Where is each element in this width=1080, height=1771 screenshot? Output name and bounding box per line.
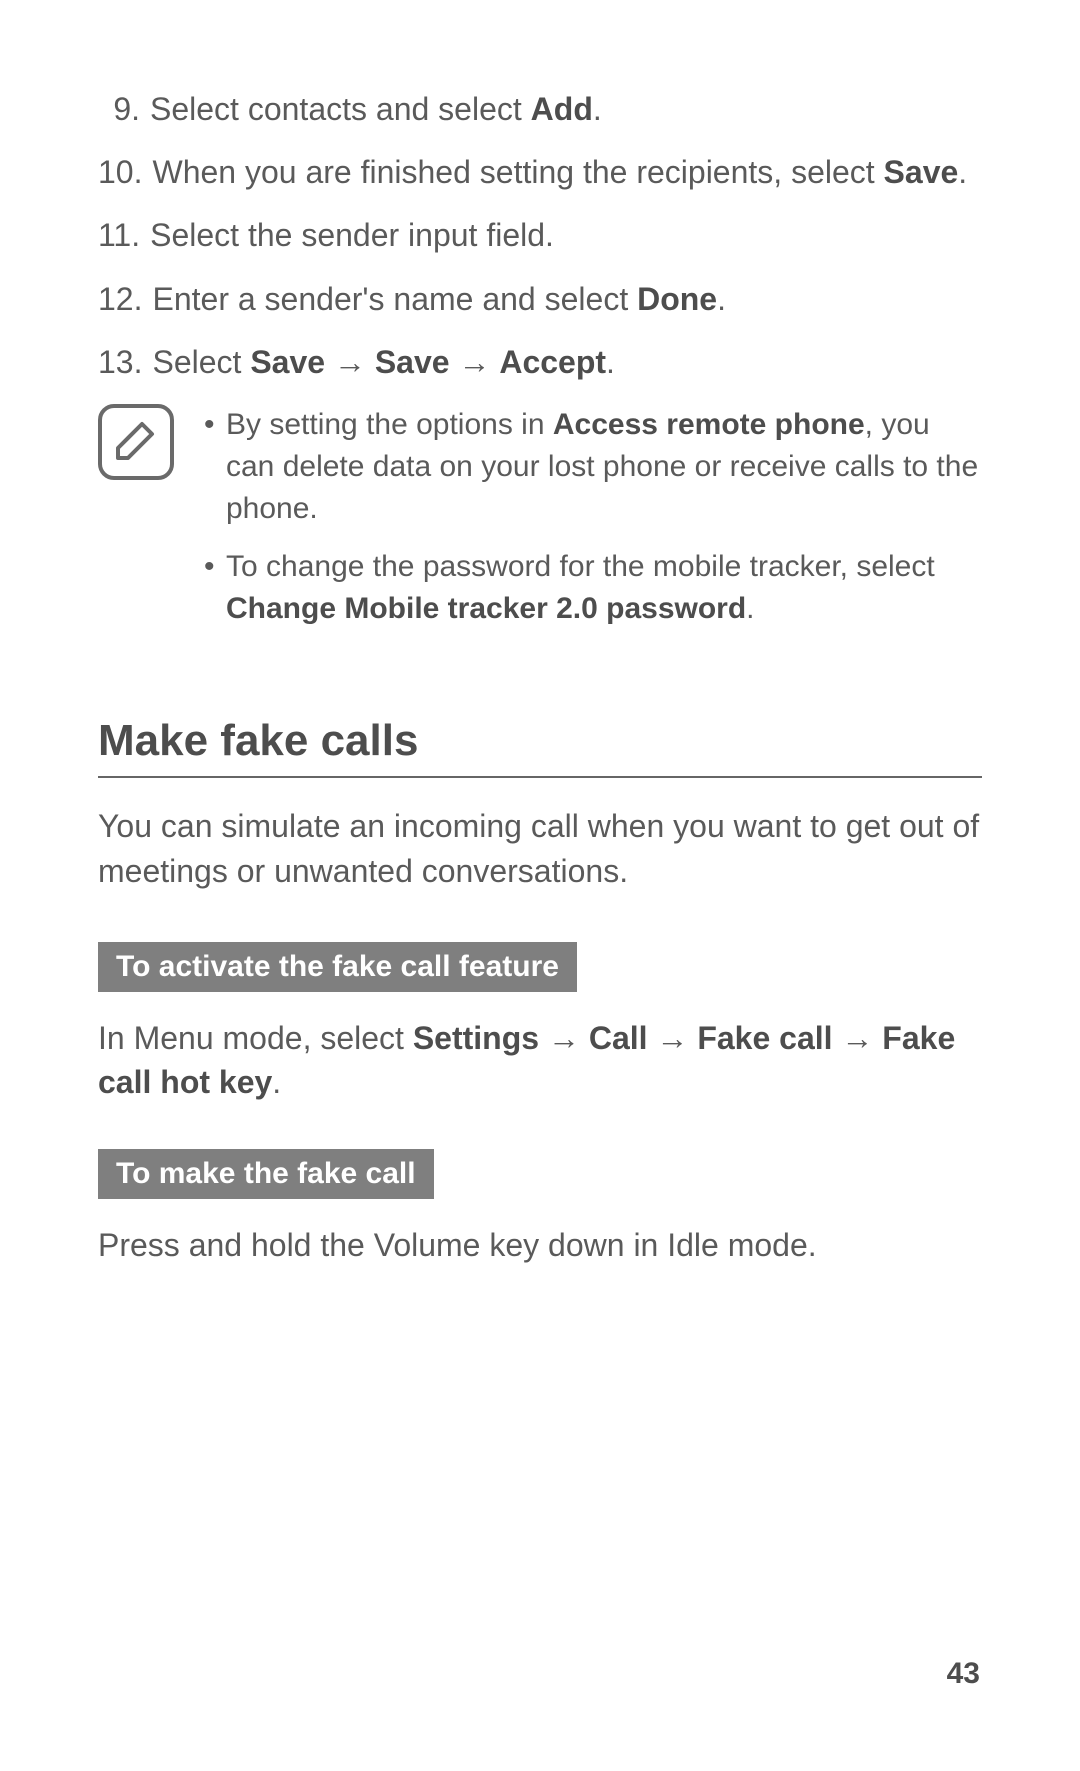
note-bullet: • By setting the options in Access remot… (202, 404, 982, 530)
bold-text: Add (531, 91, 593, 127)
step-item: 12. Enter a sender's name and select Don… (98, 278, 982, 321)
text: . (593, 91, 602, 127)
bold-text: Call (589, 1020, 648, 1056)
bold-text: Settings (413, 1020, 539, 1056)
text: Enter a sender's name and select (152, 281, 637, 317)
subsection-text: Press and hold the Volume key down in Id… (98, 1223, 982, 1268)
arrow: → (833, 1020, 883, 1056)
text: Select contacts and select (150, 91, 531, 127)
arrow: → (648, 1020, 698, 1056)
bold-text: Done (637, 281, 717, 317)
step-number: 13. (98, 341, 152, 384)
section-intro: You can simulate an incoming call when y… (98, 804, 982, 894)
step-item: 11. Select the sender input field. (98, 214, 982, 257)
page-number: 43 (947, 1657, 980, 1691)
arrow: → (539, 1020, 589, 1056)
bold-text: Save (884, 154, 959, 190)
note-list: • By setting the options in Access remot… (202, 404, 982, 646)
bullet-body: By setting the options in Access remote … (226, 404, 982, 530)
subsection-make: To make the fake call Press and hold the… (98, 1149, 982, 1268)
step-item: 9. Select contacts and select Add. (98, 88, 982, 131)
bold-text: Save (250, 344, 325, 380)
step-body: Select the sender input field. (150, 214, 982, 257)
step-number: 11. (98, 214, 150, 257)
step-body: Enter a sender's name and select Done. (152, 278, 982, 321)
text: By setting the options in (226, 408, 553, 441)
step-item: 10. When you are finished setting the re… (98, 151, 982, 194)
bold-text: Access remote phone (553, 408, 865, 441)
section-heading: Make fake calls (98, 716, 982, 778)
text: Select (152, 344, 250, 380)
text: When you are finished setting the recipi… (152, 154, 883, 190)
text: To change the password for the mobile tr… (226, 550, 935, 583)
arrow: → (450, 344, 500, 380)
subsection-activate: To activate the fake call feature In Men… (98, 942, 982, 1106)
text: . (958, 154, 967, 190)
step-body: Select Save → Save → Accept. (152, 341, 982, 384)
bullet-dot: • (202, 404, 226, 530)
text: In Menu mode, select (98, 1020, 413, 1056)
bold-text: Save (375, 344, 450, 380)
steps-list: 9. Select contacts and select Add. 10. W… (98, 88, 982, 384)
text: . (606, 344, 615, 380)
bullet-body: To change the password for the mobile tr… (226, 546, 982, 630)
step-number: 9. (98, 88, 150, 131)
bullet-dot: • (202, 546, 226, 630)
step-item: 13. Select Save → Save → Accept. (98, 341, 982, 384)
note-bullet: • To change the password for the mobile … (202, 546, 982, 630)
text: . (746, 592, 754, 625)
step-body: When you are finished setting the recipi… (152, 151, 982, 194)
note-block: • By setting the options in Access remot… (98, 404, 982, 646)
text: . (272, 1064, 281, 1100)
sub-heading: To activate the fake call feature (98, 942, 577, 992)
pencil-note-icon (98, 404, 174, 646)
sub-heading: To make the fake call (98, 1149, 434, 1199)
subsection-text: In Menu mode, select Settings → Call → F… (98, 1016, 982, 1106)
text: Select the sender input field. (150, 217, 554, 253)
step-number: 12. (98, 278, 152, 321)
bold-text: Fake call (697, 1020, 832, 1056)
bold-text: Change Mobile tracker 2.0 password (226, 592, 746, 625)
bold-text: Accept (499, 344, 606, 380)
step-number: 10. (98, 151, 152, 194)
text: . (717, 281, 726, 317)
step-body: Select contacts and select Add. (150, 88, 982, 131)
arrow: → (325, 344, 375, 380)
